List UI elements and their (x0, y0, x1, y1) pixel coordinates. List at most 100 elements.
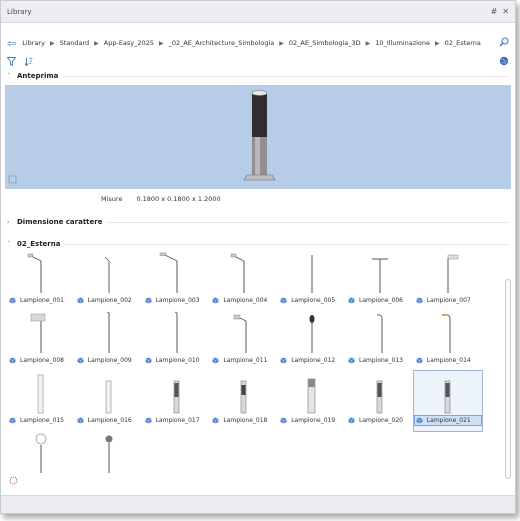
object-cube-icon (348, 357, 355, 364)
library-item-label: Lampione_013 (346, 355, 414, 366)
pin-button[interactable]: # (491, 7, 498, 16)
view-cube-icon[interactable] (9, 476, 18, 487)
library-item[interactable]: Lampione_010 (143, 311, 211, 371)
lamp-thumbnail (358, 311, 402, 355)
sort-icon[interactable] (24, 57, 33, 68)
lamp-preview-image (243, 90, 276, 181)
library-item[interactable]: Lampione_006 (346, 251, 414, 311)
lamp-thumbnail (87, 431, 131, 475)
lamp-thumbnail (155, 251, 199, 295)
library-item-label: Lampione_015 (7, 415, 75, 426)
breadcrumb-separator-icon: ▶ (94, 39, 99, 47)
object-cube-icon (77, 357, 84, 364)
lamp-thumbnail (290, 371, 334, 415)
lamp-thumbnail (87, 251, 131, 295)
close-button[interactable]: ✕ (502, 7, 509, 16)
object-cube-icon (280, 417, 287, 424)
library-item[interactable]: Lampione_012 (278, 311, 346, 371)
lamp-thumbnail (290, 251, 334, 295)
breadcrumb-item[interactable]: Standard (60, 39, 90, 47)
library-item[interactable]: Lampione_018 (210, 371, 278, 431)
library-item[interactable]: Lampione_007 (414, 251, 482, 311)
object-cube-icon (212, 417, 220, 424)
library-item[interactable]: Lampione_005 (278, 251, 346, 311)
library-item[interactable]: Lampione_009 (75, 311, 143, 371)
library-item[interactable]: Lampione_001 (7, 251, 75, 311)
object-cube-icon (9, 357, 16, 364)
breadcrumb-separator-icon: ▶ (365, 39, 371, 47)
library-item-label: Lampione_010 (143, 355, 211, 366)
library-item[interactable]: Lampione_020 (346, 371, 414, 431)
lamp-thumbnail (222, 251, 266, 295)
breadcrumb-item[interactable]: 10_Illuminazione (375, 39, 430, 47)
filter-icon[interactable] (6, 56, 17, 68)
search-icon[interactable] (499, 37, 509, 49)
lamp-thumbnail (222, 371, 266, 415)
breadcrumb-item[interactable]: _02_AE_Architecture_Simbologia (169, 39, 275, 47)
library-item-label: Lampione_003 (143, 295, 211, 306)
object-cube-icon (144, 297, 152, 304)
library-item[interactable]: Lampione_004 (210, 251, 278, 311)
title-bar: Library # ✕ (1, 1, 515, 23)
library-item-label: Lampione_004 (210, 295, 278, 306)
object-cube-icon (280, 357, 287, 364)
breadcrumb-item[interactable]: App-Easy_2025 (104, 39, 154, 47)
preview-section-header[interactable]: ˇ Anteprima (1, 69, 515, 83)
lamp-thumbnail (87, 371, 131, 415)
object-cube-icon (144, 417, 152, 424)
library-item-label: Lampione_017 (143, 415, 211, 426)
preview-panel[interactable] (5, 85, 511, 189)
library-item[interactable]: Lampione_008 (7, 311, 75, 371)
lamp-thumbnail (426, 251, 470, 295)
library-item-label: Lampione_020 (346, 415, 414, 426)
folder-section-header[interactable]: ˇ 02_Esterna (1, 237, 515, 251)
scrollbar[interactable] (505, 279, 511, 479)
library-item-label: Lampione_021 (413, 415, 482, 426)
library-item-label: Lampione_018 (210, 415, 278, 426)
object-cube-icon (9, 417, 16, 424)
library-globe-icon[interactable] (499, 56, 509, 68)
breadcrumb-item[interactable]: 02_AE_Simbologia_3D (289, 39, 361, 47)
library-item[interactable]: Lampione_014 (414, 311, 482, 371)
library-item-label: Lampione_001 (7, 295, 75, 306)
object-cube-icon (416, 357, 423, 364)
breadcrumb-item[interactable]: Library (22, 39, 45, 47)
object-cube-icon (212, 357, 220, 364)
lamp-thumbnail (87, 311, 131, 355)
library-item-label: Lampione_016 (75, 415, 143, 426)
object-cube-icon (77, 297, 84, 304)
object-cube-icon (212, 297, 220, 304)
object-cube-icon (77, 417, 84, 424)
object-cube-icon (416, 297, 423, 304)
library-item[interactable] (75, 431, 143, 491)
library-item[interactable]: Lampione_003 (143, 251, 211, 311)
window-title: Library (7, 7, 32, 16)
library-item[interactable]: Lampione_019 (278, 371, 346, 431)
library-item[interactable]: Lampione_013 (346, 311, 414, 371)
library-item[interactable]: Lampione_011 (210, 311, 278, 371)
object-cube-icon (280, 297, 287, 304)
library-item[interactable]: Lampione_017 (143, 371, 211, 431)
library-item[interactable]: Lampione_021 (412, 370, 483, 432)
back-arrow-icon[interactable]: ⇦ (7, 37, 16, 50)
library-item-label: Lampione_002 (75, 295, 143, 306)
library-item-label: Lampione_009 (75, 355, 143, 366)
lamp-thumbnail (290, 311, 334, 355)
dimension-section-header[interactable]: › Dimensione carattere (1, 215, 515, 229)
library-item[interactable]: Lampione_016 (75, 371, 143, 431)
library-window: Library # ✕ ⇦ Library ▶ Standard ▶ App-Easy_… (0, 0, 516, 514)
footer-bar (1, 495, 515, 513)
lamp-thumbnail (19, 371, 63, 415)
breadcrumb-separator-icon: ▶ (49, 39, 55, 47)
library-item[interactable]: Lampione_002 (75, 251, 143, 311)
library-item-label: Lampione_007 (414, 295, 482, 306)
library-item[interactable]: Lampione_015 (7, 371, 75, 431)
library-item-label: Lampione_014 (414, 355, 482, 366)
lamp-thumbnail (19, 311, 63, 355)
view-cube-icon[interactable] (8, 175, 17, 186)
breadcrumb-item[interactable]: 02_Esterna (445, 39, 481, 47)
object-cube-icon (9, 297, 16, 304)
chevron-right-icon: › (7, 218, 10, 226)
lamp-thumbnail (426, 371, 470, 415)
library-item-label: Lampione_011 (210, 355, 278, 366)
